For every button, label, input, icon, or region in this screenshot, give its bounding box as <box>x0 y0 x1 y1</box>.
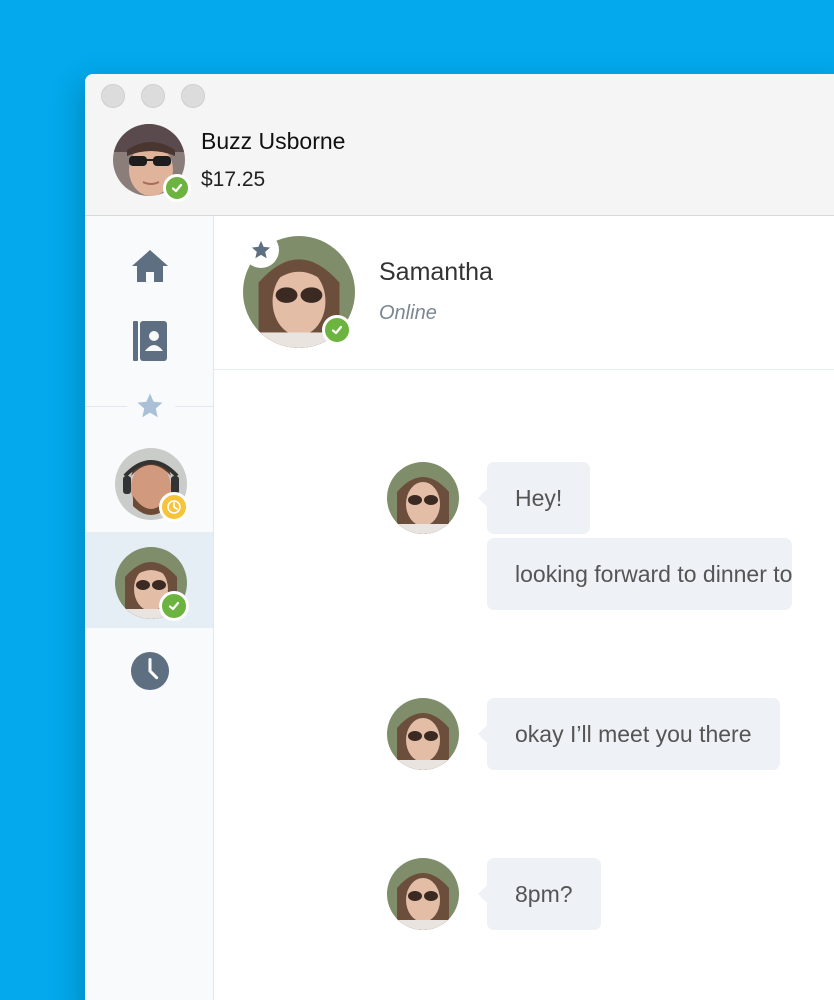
favorite-star-icon[interactable] <box>243 232 279 268</box>
message-avatar <box>387 462 459 534</box>
divider <box>85 406 127 407</box>
contact-avatar <box>115 547 189 621</box>
contact-status: Online <box>379 302 437 324</box>
online-status-icon <box>163 174 191 202</box>
message-text: Hey! <box>515 484 563 511</box>
contacts-icon[interactable] <box>130 321 170 361</box>
title-bar: Buzz Usborne $17.25 <box>85 74 834 216</box>
user-balance: $17.25 <box>201 168 266 191</box>
app-window: Buzz Usborne $17.25 Samantha Online Hey!… <box>85 74 834 1000</box>
message-bubble[interactable]: okay I’ll meet you there <box>478 698 780 770</box>
home-icon[interactable] <box>130 246 170 286</box>
user-avatar[interactable] <box>113 124 191 202</box>
divider <box>175 406 214 407</box>
message-avatar <box>387 858 459 930</box>
contact-name: Samantha <box>379 258 493 286</box>
chat-header: Samantha Online <box>214 216 834 370</box>
online-status-icon <box>159 591 189 621</box>
minimize-window-button[interactable] <box>141 84 165 108</box>
close-window-button[interactable] <box>101 84 125 108</box>
user-name: Buzz Usborne <box>201 128 346 154</box>
contact-item-away[interactable] <box>85 433 213 529</box>
message-text: okay I’ll meet you there <box>515 720 752 747</box>
away-status-icon <box>159 492 189 522</box>
message-bubble[interactable]: looking forward to dinner to <box>487 538 793 610</box>
contact-item-samantha[interactable] <box>85 532 213 628</box>
message-text: 8pm? <box>515 880 573 907</box>
online-status-icon <box>322 315 352 345</box>
history-clock-icon[interactable] <box>130 651 170 691</box>
message-avatar <box>387 698 459 770</box>
message-text: looking forward to dinner to <box>515 560 793 587</box>
zoom-window-button[interactable] <box>181 84 205 108</box>
message-bubble[interactable]: 8pm? <box>478 858 601 930</box>
contact-avatar-large[interactable] <box>243 232 355 348</box>
favorites-star-icon <box>135 391 165 421</box>
contact-avatar <box>115 448 189 522</box>
message-bubble[interactable]: Hey! <box>478 462 591 534</box>
sidebar <box>85 216 214 1000</box>
